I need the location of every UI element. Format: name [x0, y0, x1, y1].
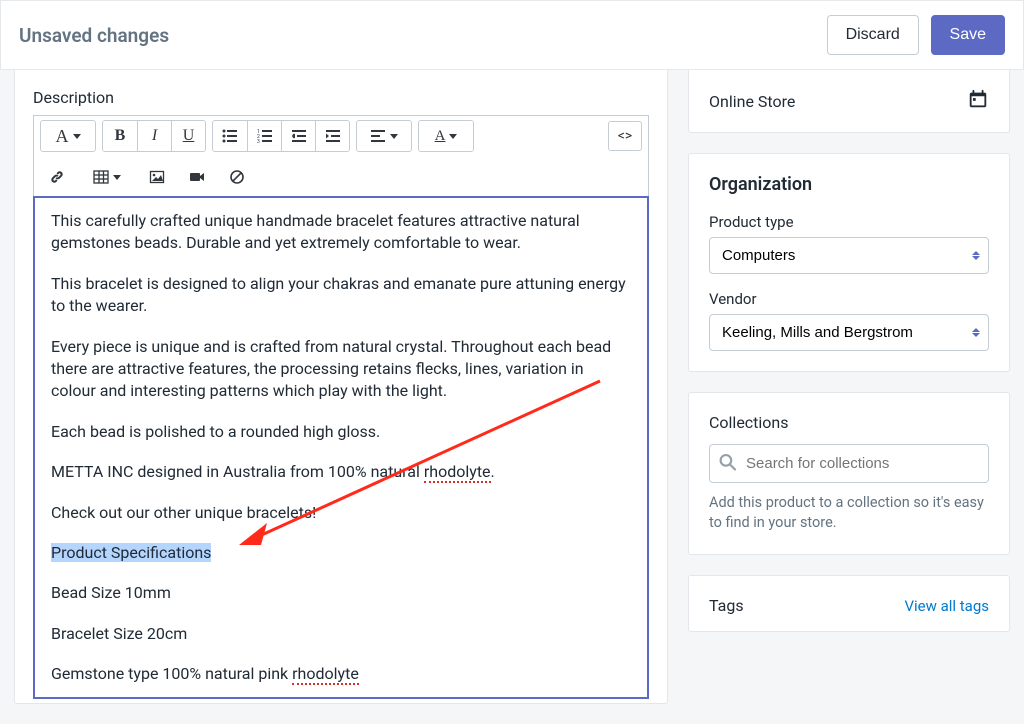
svg-text:3: 3: [257, 139, 260, 144]
bullet-list-button[interactable]: [213, 121, 247, 151]
page-content: Description A B I U 123: [0, 70, 1024, 724]
right-column: Online Store Organization Product type V…: [688, 70, 1010, 632]
paragraph: This carefully crafted unique handmade b…: [51, 210, 631, 255]
description-label: Description: [33, 88, 649, 107]
tags-heading: Tags: [709, 596, 744, 615]
italic-button[interactable]: I: [137, 121, 171, 151]
indent-button[interactable]: [315, 121, 349, 151]
text-color-dropdown[interactable]: A: [419, 121, 473, 151]
product-type-label: Product type: [709, 213, 989, 231]
collections-search-input[interactable]: [709, 444, 989, 483]
paragraph: Product Specifications: [51, 542, 631, 564]
online-store-card: Online Store: [688, 70, 1010, 133]
paragraph: Every piece is unique and is crafted fro…: [51, 336, 631, 403]
numbered-list-button[interactable]: 123: [247, 121, 281, 151]
calendar-icon[interactable]: [967, 88, 989, 114]
organization-heading: Organization: [709, 174, 989, 195]
paragraph: METTA INC designed in Australia from 100…: [51, 461, 631, 483]
tags-card: Tags View all tags: [688, 575, 1010, 632]
discard-button[interactable]: Discard: [827, 15, 919, 55]
product-type-select[interactable]: [709, 237, 989, 274]
paragraph: Bracelet Size 20cm: [51, 623, 631, 645]
unsaved-changes-bar: Unsaved changes Discard Save: [0, 0, 1024, 70]
text-color-group: A: [418, 120, 474, 152]
paragraph: Gemstone type 100% natural pink rhodolyt…: [51, 663, 631, 685]
underline-button[interactable]: U: [171, 121, 205, 151]
clear-formatting-button[interactable]: [220, 162, 254, 192]
vendor-label: Vendor: [709, 290, 989, 308]
alignment-dropdown[interactable]: [357, 121, 411, 151]
save-button[interactable]: Save: [931, 15, 1005, 55]
paragraph: Check out our other unique bracelets!: [51, 502, 631, 524]
collections-heading: Collections: [709, 413, 989, 432]
bold-button[interactable]: B: [103, 121, 137, 151]
rich-text-toolbar: A B I U 123 A: [33, 115, 649, 196]
alignment-group: [356, 120, 412, 152]
description-card: Description A B I U 123: [14, 70, 668, 704]
description-editor[interactable]: This carefully crafted unique handmade b…: [33, 196, 649, 699]
online-store-label: Online Store: [709, 92, 795, 111]
organization-card: Organization Product type Vendor: [688, 153, 1010, 372]
paragraph-style-dropdown[interactable]: A: [41, 121, 95, 151]
formatting-dropdown-group: A: [40, 120, 96, 152]
header-actions: Discard Save: [827, 15, 1005, 55]
text-style-group: B I U: [102, 120, 206, 152]
search-icon: [719, 453, 736, 474]
image-button[interactable]: [140, 162, 174, 192]
video-button[interactable]: [180, 162, 214, 192]
paragraph: Each bead is polished to a rounded high …: [51, 421, 631, 443]
table-dropdown[interactable]: [80, 162, 134, 192]
view-all-tags-link[interactable]: View all tags: [904, 597, 989, 615]
link-button[interactable]: [40, 162, 74, 192]
list-indent-group: 123: [212, 120, 350, 152]
vendor-select[interactable]: [709, 314, 989, 351]
paragraph: Bead Size 10mm: [51, 582, 631, 604]
collections-help-text: Add this product to a collection so it's…: [709, 493, 989, 534]
html-view-button[interactable]: <>: [608, 121, 642, 151]
selected-text: Product Specifications: [51, 543, 211, 562]
collections-card: Collections Add this product to a collec…: [688, 392, 1010, 555]
outdent-button[interactable]: [281, 121, 315, 151]
paragraph: This bracelet is designed to align your …: [51, 273, 631, 318]
unsaved-changes-title: Unsaved changes: [19, 24, 169, 47]
